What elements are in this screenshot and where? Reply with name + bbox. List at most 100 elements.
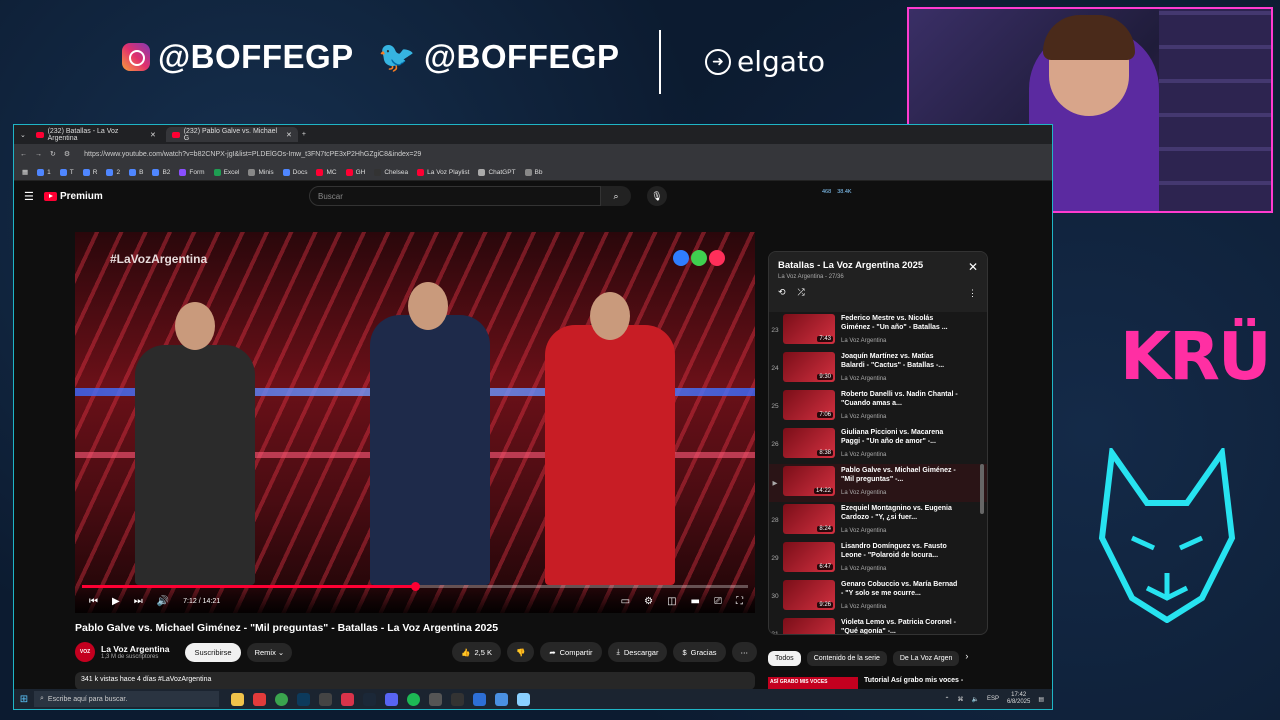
previous-icon[interactable]: ⏮ (89, 596, 98, 607)
chevron-up-icon[interactable]: ⌃ (944, 696, 949, 703)
windows-start-icon[interactable]: ⊞ (14, 694, 34, 705)
dislike-button[interactable]: 👎 (506, 642, 535, 662)
apps-icon[interactable]: ▦ (22, 168, 28, 176)
bookmark-item[interactable]: Form (179, 168, 205, 176)
bookmark-item[interactable]: ChatGPT (478, 168, 516, 176)
video-player[interactable]: #LaVozArgentina ⏮ ▶ ⏭ 🔊 7:12 / 14:21 ▭ ⚙… (75, 232, 755, 613)
loop-icon[interactable]: ⟲ (778, 288, 786, 298)
next-icon[interactable]: ⏭ (134, 596, 143, 607)
cast-icon[interactable]: ⎚ (714, 596, 722, 607)
chrome-icon[interactable] (275, 692, 288, 706)
bookmark-item[interactable]: 1 (37, 168, 51, 176)
bookmark-item[interactable]: 2 (106, 168, 120, 176)
share-button[interactable]: ➦ Compartir (540, 642, 602, 662)
bookmark-item[interactable]: Bb (524, 168, 543, 176)
playlist-item[interactable]: 24 9:30 Joaquín Martínez vs. Matías Balard… (769, 350, 987, 388)
bookmark-item[interactable]: T (59, 168, 74, 176)
playlist-item[interactable]: 28 8:24 Ezequiel Montagnino vs. Eugenia Ca… (769, 502, 987, 540)
spotify-icon[interactable] (407, 692, 420, 706)
app-icon[interactable] (473, 692, 486, 706)
site-info-icon[interactable]: ⚙ (64, 150, 70, 158)
playlist-title[interactable]: Batallas - La Voz Argentina 2025 (778, 260, 978, 271)
bookmark-item[interactable]: Excel (213, 168, 239, 176)
search-input[interactable]: Buscar (309, 186, 601, 206)
close-icon[interactable]: ✕ (286, 131, 292, 139)
chip-series[interactable]: Contenido de la serie (806, 651, 887, 666)
progress-scrubber[interactable] (411, 582, 420, 591)
playlist-item[interactable]: 31 12:51 Violeta Lemo vs. Patricia Coronel… (769, 616, 987, 634)
bookmark-item[interactable]: La Voz Playlist (417, 168, 469, 176)
forward-icon[interactable]: → (35, 151, 42, 158)
fullscreen-icon[interactable]: ⛶ (736, 596, 743, 607)
discord-icon[interactable] (385, 692, 398, 706)
chip-channel[interactable]: De La Voz Argen (892, 651, 960, 666)
settings-icon[interactable]: ⚙ (644, 596, 653, 607)
steam-icon[interactable] (363, 692, 376, 706)
volume-icon[interactable]: 🔈 (971, 696, 978, 703)
back-icon[interactable]: ← (20, 151, 27, 158)
play-icon[interactable]: ▶ (112, 596, 120, 607)
like-button[interactable]: 👍 2,5 K (452, 642, 501, 662)
bookmark-item[interactable]: Minis (248, 168, 274, 176)
chip-all[interactable]: Todos (768, 651, 801, 666)
bookmark-item[interactable]: GH (345, 168, 365, 176)
taskbar-search[interactable]: ⌕ Escribe aquí para buscar. (34, 691, 219, 707)
subtitles-icon[interactable]: ▭ (621, 596, 630, 607)
playlist-item[interactable]: 25 7:06 Roberto Danelli vs. Nadin Chantal … (769, 388, 987, 426)
url-field[interactable]: https://www.youtube.com/watch?v=b82CNPX-… (78, 147, 1052, 161)
playlist-item-current[interactable]: ▶ 14:22 Pablo Galve vs. Michael Giménez - … (769, 464, 987, 502)
miniplayer-icon[interactable]: ◫ (667, 596, 676, 607)
progress-bar[interactable] (82, 582, 748, 591)
language-indicator[interactable]: ESP (987, 696, 999, 702)
remix-button[interactable]: Remix ⌄ (246, 642, 293, 662)
playlist-item[interactable]: 29 6:47 Lisandro Domínguez vs. Fausto Leon… (769, 540, 987, 578)
playlist-item[interactable]: 23 7:43 Federico Mestre vs. Nicolás Giméne… (769, 312, 987, 350)
app-icon[interactable] (495, 692, 508, 706)
network-icon[interactable]: ⌘ (957, 696, 963, 703)
bookmark-item[interactable]: Chelsea (374, 168, 408, 176)
shuffle-icon[interactable]: ⤮ (798, 288, 805, 298)
theater-icon[interactable]: ▬ (691, 596, 700, 607)
reload-icon[interactable]: ↻ (50, 150, 56, 158)
description-box[interactable]: 341 k vistas hace 4 días #LaVozArgentina (75, 672, 755, 690)
new-tab-icon[interactable]: + (302, 131, 306, 138)
tab-list-icon[interactable]: ⌄ (20, 131, 26, 139)
bookmark-item[interactable]: B2 (152, 168, 170, 176)
close-icon[interactable]: ✕ (968, 260, 978, 274)
duration-badge: 9:30 (817, 374, 833, 380)
more-icon[interactable]: ⋮ (968, 288, 977, 299)
bookmark-item[interactable]: R (82, 168, 97, 176)
download-button[interactable]: ⤓ Descargar (607, 642, 668, 662)
app-icon[interactable] (319, 692, 332, 706)
app-icon[interactable] (517, 692, 530, 706)
thanks-button[interactable]: $ Gracias (673, 642, 726, 662)
bookmark-item[interactable]: Docs (282, 168, 307, 176)
tab-batallas[interactable]: (232) Batallas - La Voz Argentina ✕ (30, 127, 162, 142)
bookmark-item[interactable]: B (129, 168, 143, 176)
file-explorer-icon[interactable] (231, 692, 244, 706)
subscribe-button[interactable]: Suscribirse (185, 642, 241, 662)
app-icon[interactable] (429, 692, 442, 706)
tab-current-video[interactable]: (232) Pablo Galve vs. Michael G ✕ (165, 127, 298, 142)
playlist-item[interactable]: 30 9:26 Genaro Cobuccio vs. María Bernad -… (769, 578, 987, 616)
volume-icon[interactable]: 🔊 (157, 596, 169, 607)
playlist-item-title: Federico Mestre vs. Nicolás Giménez - "U… (841, 315, 948, 331)
channel-name[interactable]: La Voz Argentina (101, 644, 169, 654)
youtube-logo[interactable]: Premium (44, 191, 103, 202)
clock[interactable]: 17:42 6/8/2025 (1007, 692, 1030, 706)
playlist-item[interactable]: 26 8:38 Giuliana Piccioni vs. Macarena Pag… (769, 426, 987, 464)
app-icon[interactable] (253, 692, 266, 706)
more-actions-button[interactable]: ⋯ (731, 642, 757, 662)
hamburger-menu-icon[interactable]: ☰ (24, 190, 44, 203)
bookmark-item[interactable]: MC (316, 168, 337, 176)
search-button[interactable]: ⌕ (601, 186, 631, 206)
voice-search-button[interactable]: 🎙 (647, 186, 667, 206)
channel-avatar[interactable]: VOZ (75, 642, 95, 662)
scrollbar[interactable] (980, 464, 984, 514)
chevron-right-icon[interactable]: › (965, 651, 968, 666)
photoshop-icon[interactable] (297, 692, 310, 706)
notifications-icon[interactable]: ▤ (1038, 696, 1044, 703)
close-icon[interactable]: ✕ (150, 131, 156, 139)
obs-icon[interactable] (451, 692, 464, 706)
app-icon[interactable] (341, 692, 354, 706)
